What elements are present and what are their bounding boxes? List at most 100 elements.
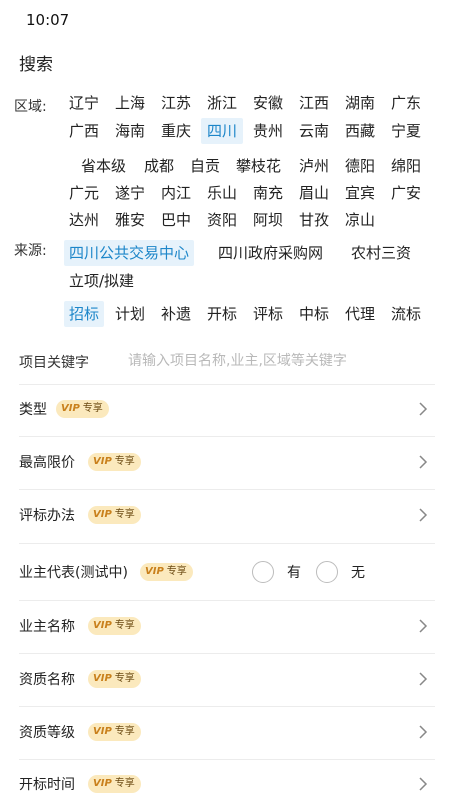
vip-badge: VIP 专享 [140,563,193,581]
vip-badge: VIP 专享 [88,453,141,471]
notice-type-chip-selected[interactable]: 招标 [64,301,105,327]
chevron-right-icon [419,402,428,416]
region-chip[interactable]: 德阳 [342,153,378,179]
page-title: 搜索 [19,55,53,75]
region-chip[interactable]: 重庆 [158,118,194,144]
chevron-right-icon [419,619,428,633]
row-label: 最高限价 [19,455,75,471]
region-chip[interactable]: 巴中 [158,207,194,233]
region-chip[interactable]: 阿坝 [250,207,286,233]
region-chip[interactable]: 雅安 [112,207,148,233]
region-chip[interactable]: 攀枝花 [233,153,284,179]
region-chip[interactable]: 广西 [66,118,102,144]
vip-mark: VIP [93,620,112,631]
keyword-input[interactable] [128,346,428,376]
vip-mark: VIP [61,403,80,414]
region-chip[interactable]: 南充 [250,180,286,206]
vip-badge: VIP 专享 [88,775,141,793]
notice-type-chip[interactable]: 中标 [296,301,332,327]
region-chip[interactable]: 宜宾 [342,180,378,206]
region-chip[interactable]: 江西 [296,90,332,116]
region-chip[interactable]: 遂宁 [112,180,148,206]
region-chip[interactable]: 西藏 [342,118,378,144]
chevron-right-icon [419,725,428,739]
region-chip[interactable]: 省本级 [78,153,129,179]
region-chip[interactable]: 江苏 [158,90,194,116]
region-chip[interactable]: 成都 [141,153,177,179]
source-chip[interactable]: 四川政府采购网 [215,240,326,266]
region-chip[interactable]: 广东 [388,90,424,116]
keyword-label: 项目关键字 [19,355,89,371]
region-chip[interactable]: 资阳 [204,207,240,233]
region-chip[interactable]: 达州 [66,207,102,233]
vip-mark: VIP [93,456,112,467]
status-bar: 10:07 [0,0,450,40]
region-chip[interactable]: 内江 [158,180,194,206]
vip-text: 专享 [114,778,135,789]
row-label: 资质等级 [19,725,75,741]
row-label: 业主代表(测试中) [19,565,128,581]
region-chip[interactable]: 贵州 [250,118,286,144]
region-chip[interactable]: 眉山 [296,180,332,206]
form-row-max-price[interactable]: 最高限价 VIP 专享 [0,436,450,488]
region-chip[interactable]: 甘孜 [296,207,332,233]
region-chip[interactable]: 上海 [112,90,148,116]
notice-type-chip[interactable]: 流标 [388,301,424,327]
region-chip[interactable]: 泸州 [296,153,332,179]
form-row-qualification-name[interactable]: 资质名称 VIP 专享 [0,653,450,705]
source-chip[interactable]: 农村三资 [348,240,414,266]
region-label: 区域: [14,99,47,115]
form-row-open-time[interactable]: 开标时间 VIP 专享 [0,758,450,800]
vip-mark: VIP [93,673,112,684]
region-chip[interactable]: 云南 [296,118,332,144]
source-label: 来源: [14,243,47,259]
source-chip[interactable]: 立项/拟建 [66,268,137,294]
region-chip[interactable]: 宁夏 [388,118,424,144]
radio-no[interactable] [316,561,338,583]
vip-badge: VIP 专享 [88,670,141,688]
vip-mark: VIP [93,726,112,737]
vip-text: 专享 [114,620,135,631]
radio-no-label: 无 [351,565,365,581]
notice-type-chip[interactable]: 计划 [112,301,148,327]
vip-text: 专享 [166,566,187,577]
region-chip[interactable]: 安徽 [250,90,286,116]
form-row-owner-name[interactable]: 业主名称 VIP 专享 [0,600,450,652]
vip-text: 专享 [114,673,135,684]
divider [19,543,435,544]
vip-badge: VIP 专享 [88,506,141,524]
status-time: 10:07 [26,11,70,29]
vip-mark: VIP [145,566,164,577]
notice-type-chip[interactable]: 开标 [204,301,240,327]
vip-text: 专享 [114,509,135,520]
region-chip[interactable]: 辽宁 [66,90,102,116]
region-chip[interactable]: 凉山 [342,207,378,233]
region-chip[interactable]: 湖南 [342,90,378,116]
radio-yes-label: 有 [287,565,301,581]
row-label: 资质名称 [19,672,75,688]
radio-yes[interactable] [252,561,274,583]
region-chip-selected[interactable]: 四川 [201,118,244,144]
vip-mark: VIP [93,509,112,520]
notice-type-chip[interactable]: 代理 [342,301,378,327]
source-chip-selected[interactable]: 四川公共交易中心 [64,240,195,266]
region-chip[interactable]: 浙江 [204,90,240,116]
chevron-right-icon [419,672,428,686]
notice-type-chip[interactable]: 补遗 [158,301,194,327]
chevron-right-icon [419,508,428,522]
form-row-qualification-level[interactable]: 资质等级 VIP 专享 [0,706,450,758]
region-chip[interactable]: 自贡 [187,153,223,179]
form-row-type[interactable]: 类型 VIP 专享 [0,383,450,435]
region-chip[interactable]: 乐山 [204,180,240,206]
chevron-right-icon [419,455,428,469]
region-chip[interactable]: 广安 [388,180,424,206]
notice-type-chip[interactable]: 评标 [250,301,286,327]
form-row-bid-method[interactable]: 评标办法 VIP 专享 [0,489,450,541]
vip-badge: VIP 专享 [88,617,141,635]
vip-text: 专享 [82,403,103,414]
region-chip[interactable]: 广元 [66,180,102,206]
region-chip[interactable]: 绵阳 [388,153,424,179]
row-label: 业主名称 [19,619,75,635]
vip-text: 专享 [114,456,135,467]
region-chip[interactable]: 海南 [112,118,148,144]
